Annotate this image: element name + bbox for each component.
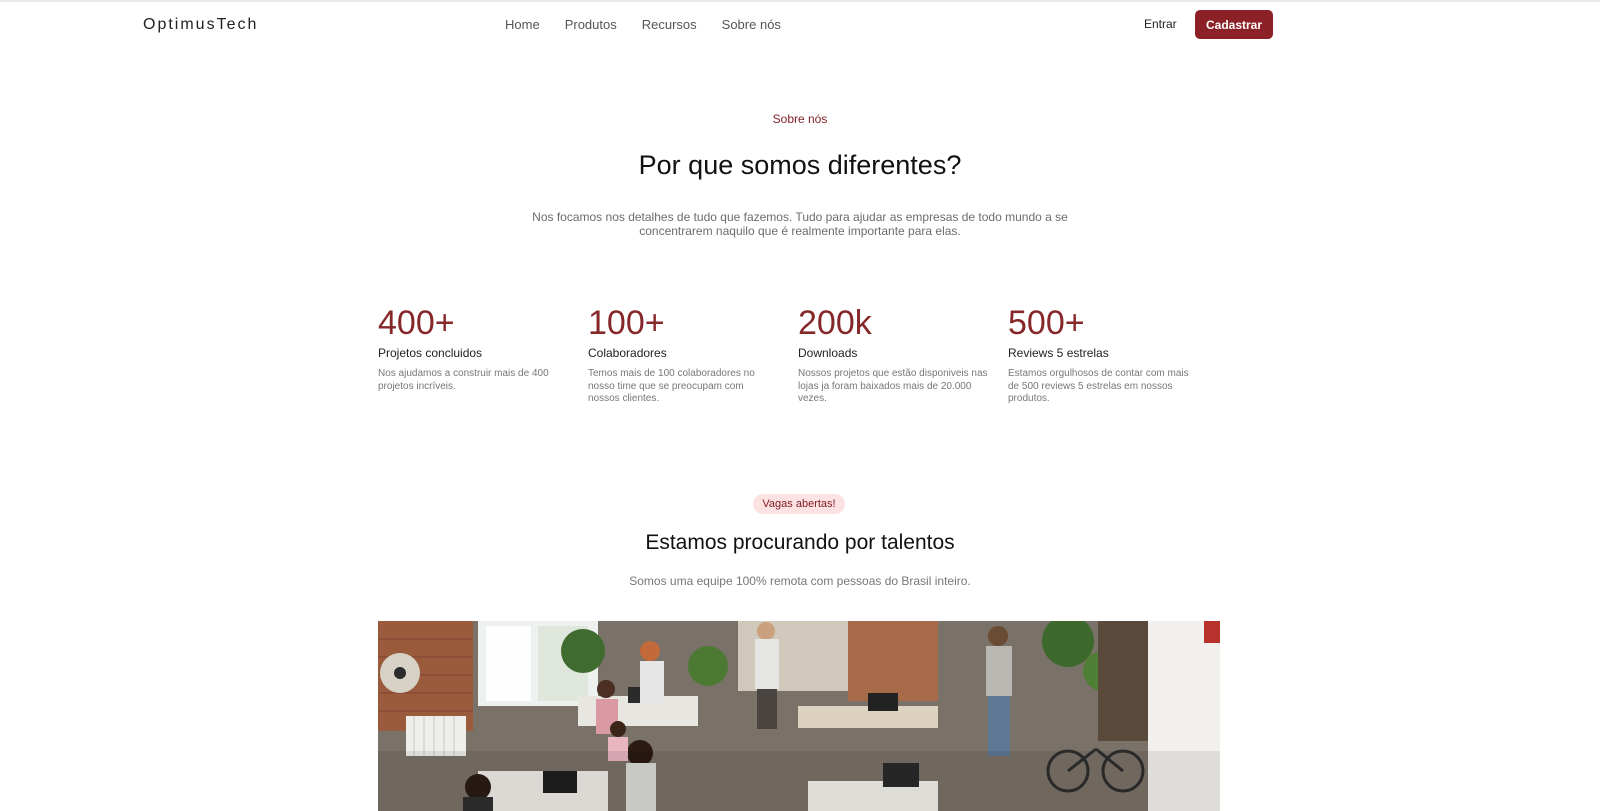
navbar: OptimusTech Home Produtos Recursos Sobre…	[0, 2, 1600, 46]
stat-value: 400+	[378, 304, 455, 342]
about-eyebrow: Sobre nós	[772, 112, 828, 126]
jobs-subtitle: Somos uma equipe 100% remota com pessoas…	[629, 574, 971, 588]
stat-card: 200k Downloads Nossos projetos que estão…	[798, 303, 988, 406]
about-title: Por que somos diferentes?	[638, 150, 962, 180]
signin-link[interactable]: Entrar	[1144, 17, 1177, 31]
main-menu: Home Produtos Recursos Sobre nós	[505, 17, 781, 32]
nav-link-home[interactable]: Home	[505, 17, 540, 32]
stat-title: Reviews 5 estrelas	[1008, 346, 1109, 360]
stat-description: Estamos orgulhosos de contar com mais de…	[1008, 368, 1189, 404]
jobs-title: Estamos procurando por talentos	[645, 531, 955, 554]
stat-value: 100+	[588, 304, 665, 342]
stat-description: Nossos projetos que estão disponiveis na…	[798, 368, 988, 404]
nav-link-produtos[interactable]: Produtos	[565, 17, 617, 32]
nav-link-recursos[interactable]: Recursos	[642, 17, 697, 32]
office-illustration	[378, 621, 1220, 811]
about-lead: Nos focamos nos detalhes de tudo que faz…	[532, 210, 1068, 238]
stat-description: Nos ajudamos a construir mais de 400 pro…	[378, 368, 549, 392]
signup-button[interactable]: Cadastrar	[1195, 10, 1273, 39]
stat-card: 500+ Reviews 5 estrelas Estamos orgulhos…	[1008, 303, 1198, 406]
stat-title: Projetos concluidos	[378, 346, 483, 360]
jobs-badge: Vagas abertas!	[753, 494, 845, 514]
stat-description: Temos mais de 100 colaboradores no nosso…	[588, 368, 755, 404]
stat-title: Downloads	[798, 346, 858, 360]
stat-card: 100+ Colaboradores Temos mais de 100 col…	[588, 303, 778, 406]
stat-title: Colaboradores	[588, 346, 667, 360]
nav-link-sobre[interactable]: Sobre nós	[722, 17, 781, 32]
logo[interactable]: OptimusTech	[143, 16, 258, 34]
stat-value: 500+	[1008, 304, 1085, 342]
team-office-photo	[378, 621, 1220, 811]
stat-card: 400+ Projetos concluidos Nos ajudamos a …	[378, 303, 568, 393]
stat-value: 200k	[798, 304, 872, 342]
